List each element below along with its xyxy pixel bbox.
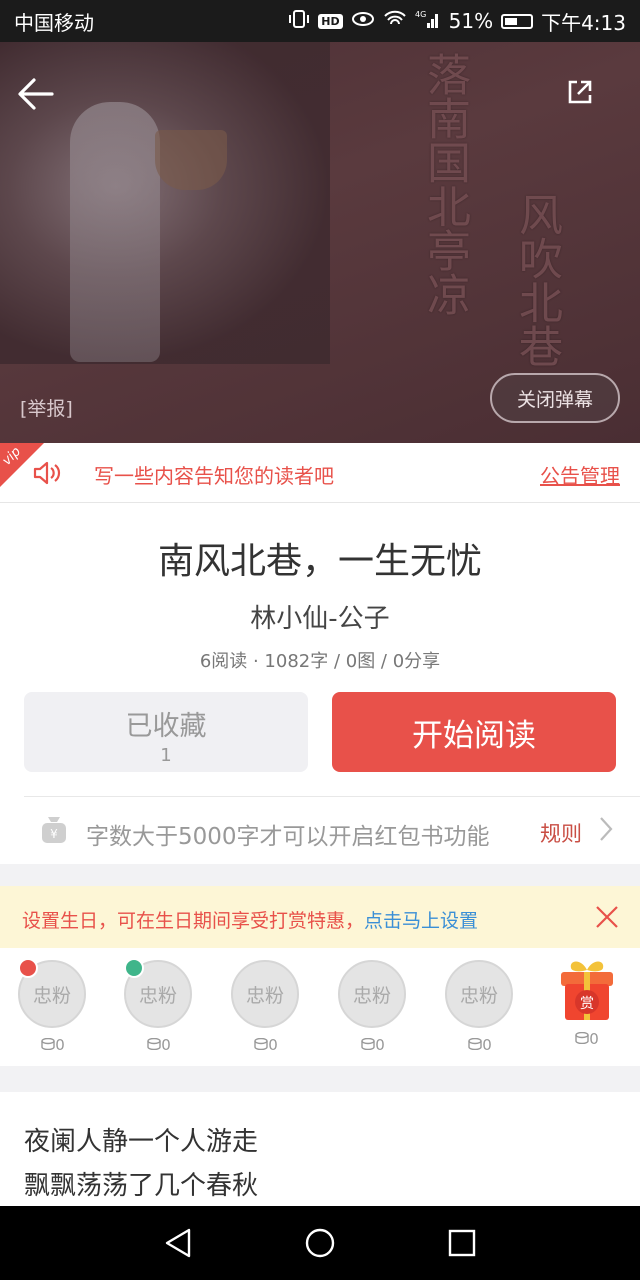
favorite-label: 已收藏 [125, 711, 207, 742]
red-packet-row[interactable]: ¥ 字数大于5000字才可以开启红包书功能 规则 [24, 796, 640, 864]
fan-avatar: 忠粉 [231, 960, 299, 1028]
hd-badge: HD [318, 13, 343, 29]
fan-slot[interactable]: 忠粉 0 [445, 960, 515, 1054]
fan-amount: 0 [338, 1036, 408, 1054]
notice-bar: vip 写一些内容告知您的读者吧 公告管理 [0, 443, 640, 503]
fans-row: 忠粉 0 忠粉 0 忠粉 0 忠粉 0 忠粉 0 赏 0 [0, 948, 640, 1066]
gift-box-icon: 赏 [555, 956, 619, 1024]
fan-amount-value: 0 [375, 1036, 385, 1054]
gift-amount: 0 [552, 1030, 622, 1048]
fan-amount-value: 0 [161, 1036, 171, 1054]
content-preview: 夜阑人静一个人游走 飘飘荡荡了几个春秋 [24, 1120, 258, 1208]
money-bag-icon: ¥ [40, 815, 68, 849]
fan-amount: 0 [231, 1036, 301, 1054]
reward-button[interactable]: 赏 0 [552, 956, 622, 1048]
triangle-back-icon [165, 1228, 191, 1258]
section-divider [0, 864, 640, 886]
birthday-banner: 设置生日，可在生日期间享受打赏特惠，点击马上设置 [0, 886, 640, 948]
fan-avatar: 忠粉 [445, 960, 513, 1028]
notice-manage-link[interactable]: 公告管理 [540, 460, 620, 489]
nav-back-button[interactable] [157, 1222, 199, 1264]
section-divider [0, 1066, 640, 1092]
cover-calligraphy-right: 风吹北巷 [511, 192, 562, 368]
close-icon[interactable] [594, 904, 620, 934]
start-reading-button[interactable]: 开始阅读 [332, 692, 616, 772]
fan-amount: 0 [18, 1036, 88, 1054]
signal-icon: 4G [415, 9, 441, 33]
gift-amount-value: 0 [589, 1030, 599, 1048]
fan-amount: 0 [445, 1036, 515, 1054]
fan-slot[interactable]: 忠粉 0 [231, 960, 301, 1054]
share-icon [568, 80, 592, 104]
birthday-set-link[interactable]: 点击马上设置 [364, 910, 478, 932]
fan-slot[interactable]: 忠粉 0 [18, 958, 88, 1054]
content-line: 夜阑人静一个人游走 [24, 1127, 259, 1157]
fan-amount-value: 0 [268, 1036, 278, 1054]
coin-icon [361, 1037, 375, 1051]
circle-home-icon [305, 1228, 335, 1258]
back-arrow-icon [18, 78, 54, 110]
notice-text[interactable]: 写一些内容告知您的读者吧 [94, 460, 334, 489]
battery-icon [501, 13, 534, 29]
nav-home-button[interactable] [299, 1222, 341, 1264]
wifi-icon [383, 10, 407, 32]
rule-link[interactable]: 规则 [540, 818, 582, 848]
battery-fill [505, 17, 518, 25]
back-button[interactable] [12, 70, 60, 118]
fan-amount-value: 0 [482, 1036, 492, 1054]
rank-badge-icon [18, 958, 38, 978]
system-nav-bar [0, 1206, 640, 1280]
fan-avatar: 忠粉 [338, 960, 406, 1028]
fan-slot[interactable]: 忠粉 0 [338, 960, 408, 1054]
fan-amount-value: 0 [55, 1036, 65, 1054]
book-author[interactable]: 林小仙-公子 [0, 598, 640, 635]
coin-icon [575, 1031, 589, 1045]
chevron-right-icon [598, 815, 614, 847]
share-button[interactable] [560, 72, 600, 112]
birthday-message: 设置生日，可在生日期间享受打赏特惠， [22, 910, 365, 932]
cover-figure [70, 102, 160, 362]
eye-icon [351, 11, 375, 31]
carrier-name: 中国移动 [14, 10, 94, 35]
favorite-button[interactable]: 已收藏 1 [24, 692, 308, 772]
nav-recents-button[interactable] [441, 1222, 483, 1264]
coin-icon [147, 1037, 161, 1051]
clock: 下午4:13 [541, 10, 626, 35]
speaker-icon [32, 459, 62, 491]
svg-text:4G: 4G [415, 10, 426, 19]
fan-amount: 0 [124, 1036, 194, 1054]
favorite-count: 1 [160, 745, 172, 766]
coin-icon [468, 1037, 482, 1051]
report-link[interactable]: [举报] [20, 394, 73, 421]
reward-label: 赏 [580, 996, 594, 1012]
content-line: 飘飘荡荡了几个春秋 [24, 1171, 259, 1201]
status-bar: 中国移动 HD 4G 51% 下午4:13 [0, 0, 640, 42]
rank-badge-icon [124, 958, 144, 978]
book-stats: 6阅读 · 1082字 / 0图 / 0分享 [199, 651, 441, 672]
vibrate-icon [288, 9, 310, 33]
fan-slot[interactable]: 忠粉 0 [124, 958, 194, 1054]
coin-icon [41, 1037, 55, 1051]
battery-percent: 51% [448, 9, 494, 33]
svg-text:¥: ¥ [50, 827, 58, 841]
book-title: 南风北巷，一生无忧 [157, 541, 482, 582]
cover-basket [155, 130, 227, 190]
status-icons: HD 4G 51% 下午4:13 [288, 7, 626, 36]
coin-icon [254, 1037, 268, 1051]
birthday-text: 设置生日，可在生日期间享受打赏特惠，点击马上设置 [22, 906, 478, 933]
close-danmaku-button[interactable]: 关闭弹幕 [490, 373, 620, 423]
square-recents-icon [448, 1229, 476, 1257]
red-packet-text: 字数大于5000字才可以开启红包书功能 [86, 824, 490, 850]
cover-calligraphy-left: 落南国北亭凉 [419, 52, 470, 316]
